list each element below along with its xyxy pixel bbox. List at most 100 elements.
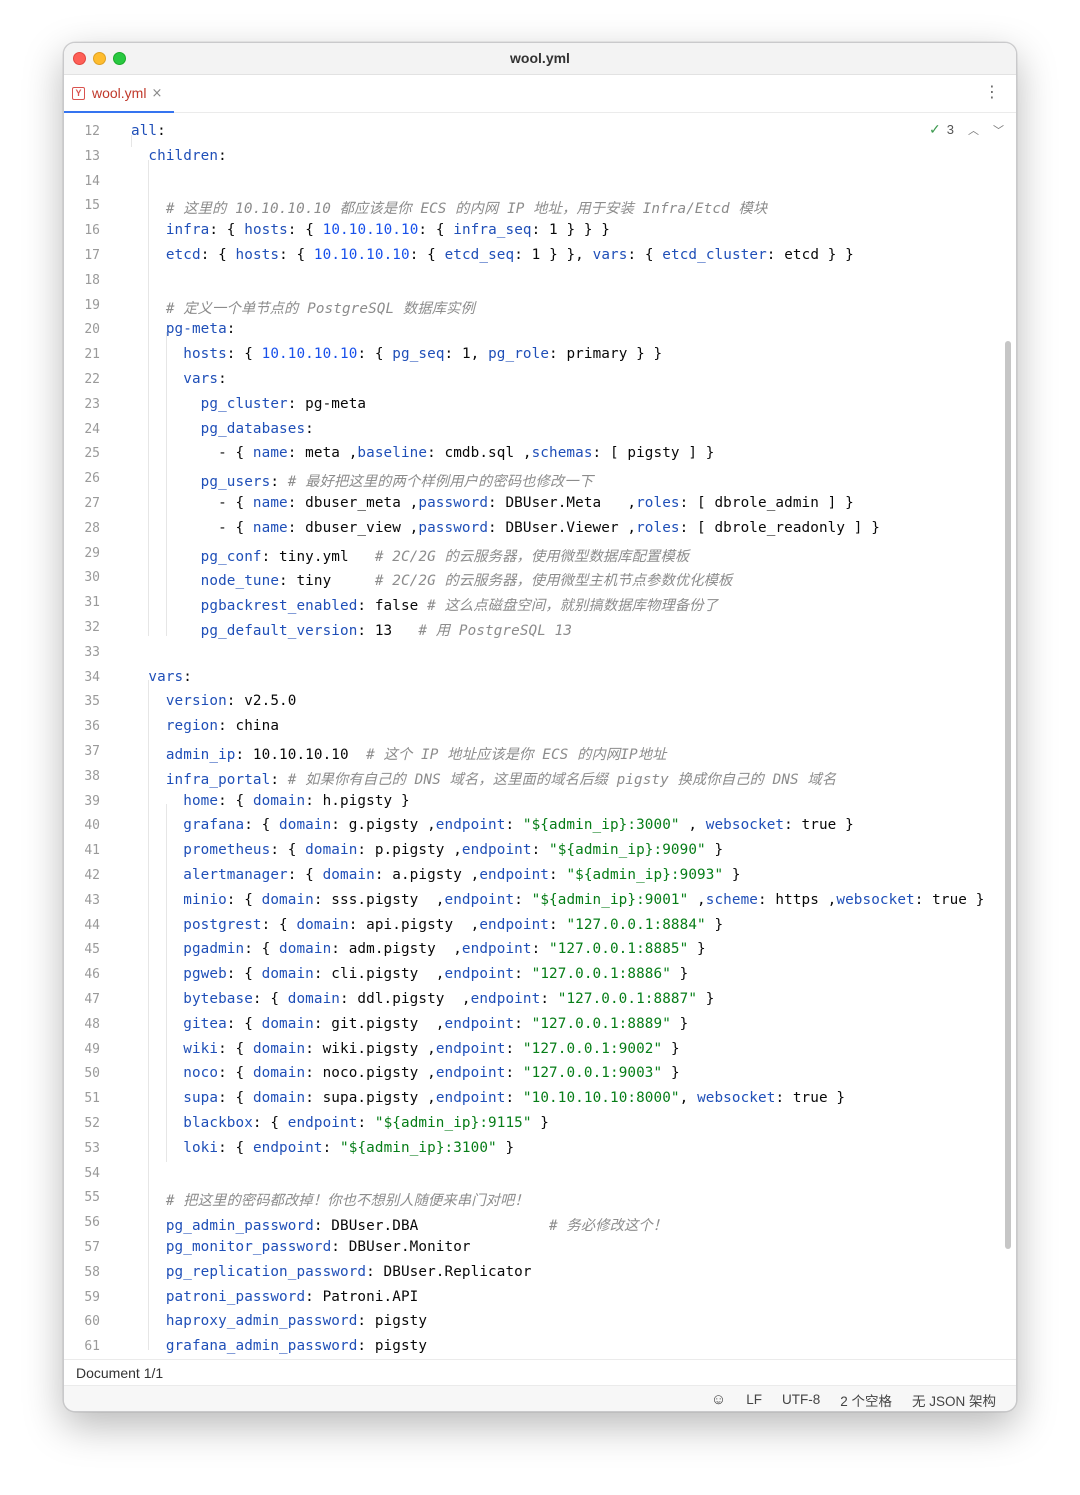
code-line[interactable]: 35 version: v2.5.0 <box>64 690 1016 715</box>
code-line[interactable]: 38 infra_portal: # 如果你有自己的 DNS 域名，这里面的域名… <box>64 765 1016 790</box>
code-text: # 这里的 10.10.10.10 都应该是你 ECS 的内网 IP 地址，用于… <box>131 197 767 218</box>
code-token: endpoint <box>252 1139 323 1156</box>
code-token: grafana <box>183 817 245 834</box>
code-line[interactable]: 52 blackbox: { endpoint: "${admin_ip}:91… <box>64 1112 1016 1137</box>
code-token: postgrest <box>183 916 262 933</box>
code-line[interactable]: 17 etcd: { hosts: { 10.10.10.10: { etcd_… <box>64 244 1016 269</box>
code-token: : h.pigsty } <box>305 792 410 809</box>
code-line[interactable]: 61 grafana_admin_password: pigsty <box>64 1335 1016 1359</box>
code-line[interactable]: 54 <box>64 1162 1016 1187</box>
indent-status[interactable]: 2 个空格 <box>840 1390 892 1410</box>
more-vert-icon[interactable]: ⋮ <box>984 84 1000 100</box>
code-line[interactable]: 36 region: china <box>64 715 1016 740</box>
code-token: domain <box>261 891 314 908</box>
code-token: : { <box>627 247 663 263</box>
code-token: pg_replication_password <box>165 1263 367 1280</box>
code-line[interactable]: 30 node_tune: tiny # 2C/2G 的云服务器，使用微型主机节… <box>64 566 1016 591</box>
code-line[interactable]: 19 # 定义一个单节点的 PostgreSQL 数据库实例 <box>64 294 1016 319</box>
code-text: etcd: { hosts: { 10.10.10.10: { etcd_seq… <box>131 247 854 263</box>
code-line[interactable]: 23 pg_cluster: pg-meta <box>64 393 1016 418</box>
chevron-up-icon[interactable]: ︿ <box>968 122 979 138</box>
code-line[interactable]: 33 <box>64 641 1016 666</box>
code-token: : 1 } } } <box>531 222 611 239</box>
code-line[interactable]: 59 patroni_password: Patroni.API <box>64 1286 1016 1311</box>
code-line[interactable]: 40 grafana: { domain: g.pigsty ,endpoint… <box>64 814 1016 839</box>
code-line[interactable]: 41 prometheus: { domain: p.pigsty ,endpo… <box>64 839 1016 864</box>
code-line[interactable]: 12 all: <box>64 120 1016 145</box>
code-line[interactable]: 26 pg_users: # 最好把这里的两个样例用户的密码也修改一下 <box>64 467 1016 492</box>
code-line[interactable]: 15 # 这里的 10.10.10.10 都应该是你 ECS 的内网 IP 地址… <box>64 194 1016 219</box>
code-line[interactable]: 51 supa: { domain: supa.pigsty ,endpoint… <box>64 1087 1016 1112</box>
close-icon[interactable]: × <box>151 86 162 101</box>
tab-wool-yml[interactable]: Y wool.yml × <box>64 75 174 113</box>
code-token: : { <box>409 247 445 263</box>
code-line[interactable]: 39 home: { domain: h.pigsty } <box>64 790 1016 815</box>
code-line[interactable]: 18 <box>64 269 1016 294</box>
code-token: : <box>549 867 567 883</box>
code-line[interactable]: 25 - { name: meta ,baseline: cmdb.sql ,s… <box>64 442 1016 467</box>
code-line[interactable]: 53 loki: { endpoint: "${admin_ip}:3100" … <box>64 1137 1016 1162</box>
code-token: 10.10.10.10 <box>313 247 410 263</box>
code-token: 10.10.10.10 <box>322 222 419 239</box>
code-line[interactable]: 27 - { name: dbuser_meta ,password: DBUs… <box>64 492 1016 517</box>
code-line[interactable]: 44 postgrest: { domain: api.pigsty ,endp… <box>64 914 1016 939</box>
code-line[interactable]: 13 children: <box>64 145 1016 170</box>
code-token: domain <box>279 817 332 834</box>
code-line[interactable]: 45 pgadmin: { domain: adm.pigsty ,endpoi… <box>64 938 1016 963</box>
code-line[interactable]: 49 wiki: { domain: wiki.pigsty ,endpoint… <box>64 1038 1016 1063</box>
code-line[interactable]: 29 pg_conf: tiny.yml # 2C/2G 的云服务器，使用微型数… <box>64 542 1016 567</box>
code-line[interactable]: 14 <box>64 170 1016 195</box>
tab-label: wool.yml <box>92 85 147 101</box>
code-line[interactable]: 58 pg_replication_password: DBUser.Repli… <box>64 1261 1016 1286</box>
code-line[interactable]: 34 vars: <box>64 666 1016 691</box>
code-line[interactable]: 31 pgbackrest_enabled: false # 这么点磁盘空间，就… <box>64 591 1016 616</box>
code-line[interactable]: 57 pg_monitor_password: DBUser.Monitor <box>64 1236 1016 1261</box>
code-token: roles <box>636 519 680 536</box>
code-line[interactable]: 22 vars: <box>64 368 1016 393</box>
code-token: name <box>252 495 288 511</box>
vertical-scrollbar[interactable] <box>1005 341 1011 1249</box>
encoding-status[interactable]: UTF-8 <box>782 1392 820 1407</box>
code-line[interactable]: 28 - { name: dbuser_view ,password: DBUs… <box>64 517 1016 542</box>
code-line[interactable]: 32 pg_default_version: 13 # 用 PostgreSQL… <box>64 616 1016 641</box>
copilot-icon[interactable]: ☺ <box>711 1391 726 1408</box>
code-text: - { name: dbuser_meta ,password: DBUser.… <box>131 495 854 511</box>
code-token: : { <box>226 891 262 908</box>
chevron-down-icon[interactable]: ﹀ <box>993 122 1004 138</box>
code-token: : <box>322 1139 341 1156</box>
code-line[interactable]: 21 hosts: { 10.10.10.10: { pg_seq: 1, pg… <box>64 343 1016 368</box>
code-line[interactable]: 42 alertmanager: { domain: a.pigsty ,end… <box>64 864 1016 889</box>
code-line[interactable]: 47 bytebase: { domain: ddl.pigsty ,endpo… <box>64 988 1016 1013</box>
code-token: : true } <box>784 817 854 834</box>
code-line[interactable]: 16 infra: { hosts: { 10.10.10.10: { infr… <box>64 219 1016 244</box>
code-line[interactable]: 56 pg_admin_password: DBUser.DBA # 务必修改这… <box>64 1211 1016 1236</box>
code-token: : sss.pigsty , <box>313 891 445 908</box>
inspection-widget[interactable]: ✓ 3 ︿ ﹀ <box>929 121 1004 138</box>
code-token: alertmanager <box>183 867 288 883</box>
code-line[interactable]: 55 # 把这里的密码都改掉！你也不想别人随便来串门对吧！ <box>64 1186 1016 1211</box>
code-line[interactable]: 46 pgweb: { domain: cli.pigsty ,endpoint… <box>64 963 1016 988</box>
code-line[interactable]: 24 pg_databases: <box>64 418 1016 443</box>
code-line[interactable]: 60 haproxy_admin_password: pigsty <box>64 1310 1016 1335</box>
schema-status[interactable]: 无 JSON 架构 <box>912 1390 996 1410</box>
code-line[interactable]: 37 admin_ip: 10.10.10.10 # 这个 IP 地址应该是你 … <box>64 740 1016 765</box>
code-line[interactable]: 50 noco: { domain: noco.pigsty ,endpoint… <box>64 1062 1016 1087</box>
code-token: pgbackrest_enabled <box>200 598 358 615</box>
breadcrumb[interactable]: Document 1/1 <box>64 1359 1016 1385</box>
line-number: 19 <box>84 297 100 313</box>
code-line[interactable]: 20 pg-meta: <box>64 318 1016 343</box>
code-line[interactable]: 48 gitea: { domain: git.pigsty ,endpoint… <box>64 1013 1016 1038</box>
code-text: loki: { endpoint: "${admin_ip}:3100" } <box>131 1140 514 1156</box>
code-text: pg_databases: <box>131 421 314 437</box>
code-token: : cli.pigsty , <box>313 966 445 983</box>
code-token: : { <box>226 346 262 363</box>
code-line[interactable]: 43 minio: { domain: sss.pigsty ,endpoint… <box>64 889 1016 914</box>
code-token: : { <box>279 247 314 263</box>
code-token: : wiki.pigsty , <box>305 1040 436 1057</box>
line-number: 38 <box>84 768 100 784</box>
line-ending-status[interactable]: LF <box>746 1392 762 1407</box>
code-token: : <box>505 1065 523 1082</box>
code-editor[interactable]: 12 all: 13 children: 14 15 # 这里的 10.10.10.10… <box>64 113 1016 1359</box>
